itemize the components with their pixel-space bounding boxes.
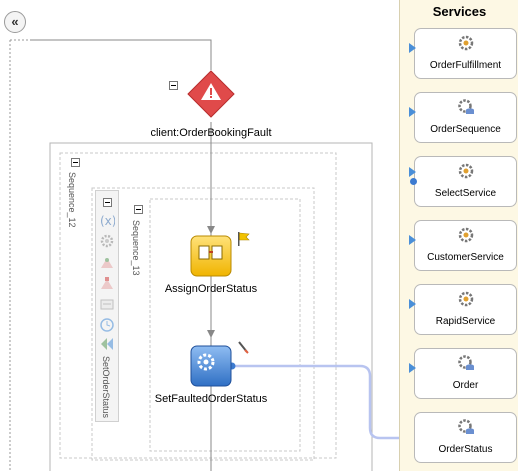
- service-order[interactable]: Order: [409, 348, 517, 399]
- service-label: CustomerService: [427, 252, 504, 263]
- service-input-arrow: [409, 299, 416, 309]
- correlation-icon[interactable]: [99, 254, 115, 270]
- sequence-13-collapse-button[interactable]: [134, 205, 143, 214]
- variable-icon[interactable]: (x): [99, 212, 115, 228]
- db-service-icon: [458, 99, 474, 114]
- edit-pencil-icon: [238, 341, 249, 354]
- scope-vertical-label: SetOrderStatus: [101, 356, 111, 419]
- compensation-icon[interactable]: [99, 296, 115, 312]
- event-handler-icon[interactable]: [99, 336, 115, 352]
- flow-arrow-2: [207, 330, 215, 338]
- assign-icon[interactable]: [190, 235, 232, 277]
- alarm-icon[interactable]: [99, 317, 115, 333]
- service-label: Order: [452, 380, 479, 391]
- gear-icon[interactable]: [99, 233, 115, 249]
- service-order-fulfillment[interactable]: OrderFulfillment: [409, 28, 517, 79]
- service-label: SelectService: [434, 188, 497, 199]
- service-input-arrow: [409, 363, 416, 373]
- gear-service-icon: [458, 291, 474, 307]
- service-customer-service[interactable]: CustomerService: [409, 220, 517, 271]
- service-order-status[interactable]: OrderStatus: [414, 412, 517, 463]
- fault-handler-icon[interactable]: [99, 275, 115, 291]
- warning-icon[interactable]: [187, 70, 235, 118]
- db-service-icon: [458, 419, 474, 434]
- set-faulted-order-status-label: SetFaultedOrderStatus: [154, 393, 268, 405]
- gear-service-icon: [458, 163, 474, 179]
- svg-text:(x): (x): [100, 214, 115, 228]
- gear-service-icon: [458, 35, 474, 51]
- service-input-arrow: [409, 43, 416, 53]
- service-input-arrow: [409, 107, 416, 117]
- service-order-sequence[interactable]: OrderSequence: [409, 92, 517, 143]
- service-output-dot: [410, 178, 417, 185]
- invoke-gear-icon[interactable]: [190, 345, 232, 387]
- flow-line-top: [30, 39, 212, 70]
- service-label: OrderSequence: [430, 124, 501, 135]
- sequence-12-label: Sequence_12: [67, 172, 77, 228]
- service-select-service[interactable]: SelectService: [409, 156, 517, 207]
- assign-order-status-label: AssignOrderStatus: [164, 283, 258, 295]
- services-title: Services: [432, 4, 487, 19]
- sequence-13-label: Sequence_13: [131, 220, 141, 276]
- service-input-arrow: [409, 167, 416, 177]
- fault-label: client:OrderBookingFault: [150, 127, 272, 139]
- flow-arrow-1: [207, 226, 215, 234]
- service-label: RapidService: [435, 316, 496, 327]
- scope-box: [91, 187, 315, 461]
- service-input-arrow: [409, 235, 416, 245]
- services-panel: Services OrderFulfillment OrderSequence …: [399, 0, 518, 471]
- service-label: OrderFulfillment: [429, 60, 502, 71]
- flag-icon: [238, 232, 250, 246]
- gear-service-icon: [458, 227, 474, 243]
- service-label: OrderStatus: [438, 444, 493, 455]
- fault-collapse-button[interactable]: [169, 81, 178, 90]
- scope-collapse-button[interactable]: [103, 198, 112, 207]
- service-rapid-service[interactable]: RapidService: [409, 284, 517, 335]
- sequence-12-collapse-button[interactable]: [71, 158, 80, 167]
- collapse-icon[interactable]: «: [4, 11, 26, 33]
- db-service-icon: [458, 355, 474, 370]
